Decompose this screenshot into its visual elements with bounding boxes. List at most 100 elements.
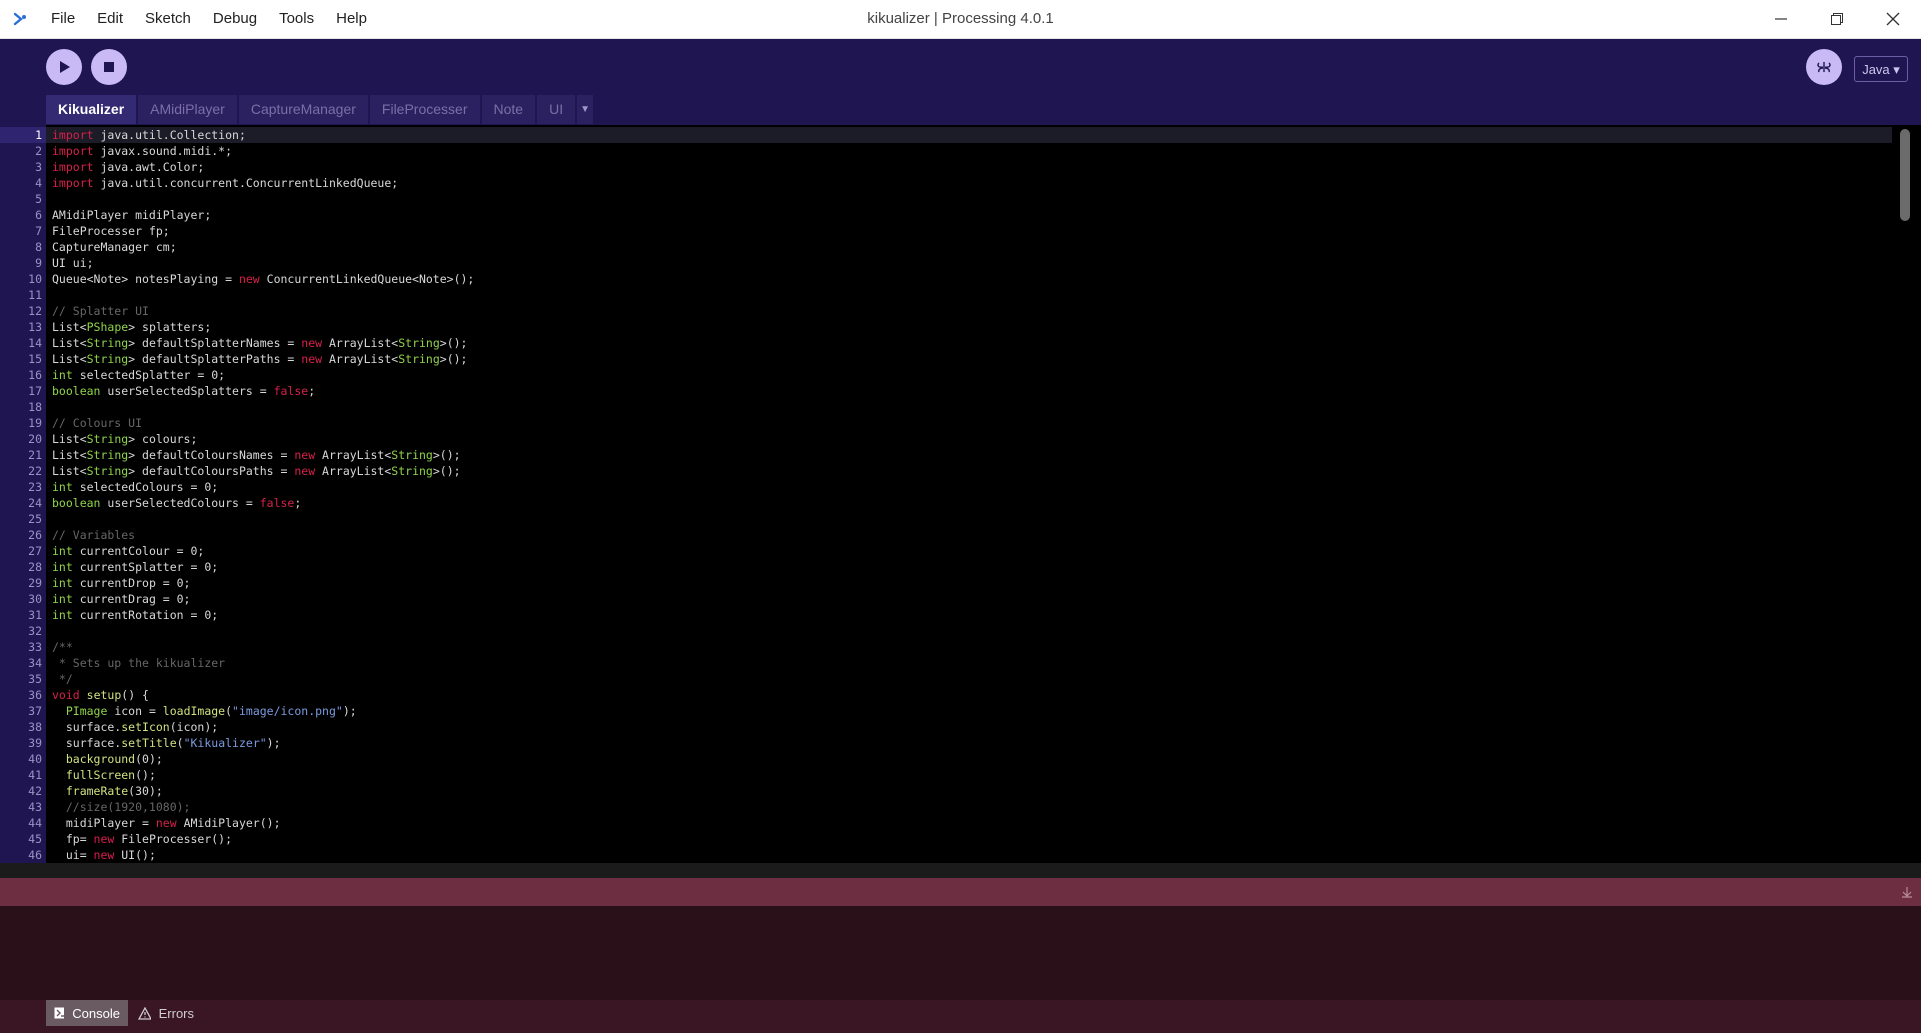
console-output[interactable] xyxy=(0,906,1921,1000)
code-line[interactable]: 30 int currentDrag = 0; xyxy=(0,591,1892,607)
code-line[interactable]: 6 AMidiPlayer midiPlayer; xyxy=(0,207,1892,223)
code-line[interactable]: 17 boolean userSelectedSplatters = false; xyxy=(0,383,1892,399)
code-text: import javax.sound.midi.*; xyxy=(52,144,233,158)
code-line[interactable]: 5 xyxy=(0,191,1892,207)
code-line[interactable]: 35 */ xyxy=(0,671,1892,687)
code-line[interactable]: 41 fullScreen(); xyxy=(0,767,1892,783)
code-line[interactable]: 28 int currentSplatter = 0; xyxy=(0,559,1892,575)
code-line[interactable]: 11 xyxy=(0,287,1892,303)
line-number: 14 xyxy=(28,336,42,350)
code-area[interactable]: 1 import java.util.Collection; 2 import jav… xyxy=(0,125,1892,863)
code-line[interactable]: 33 /** xyxy=(0,639,1892,655)
menu-help[interactable]: Help xyxy=(325,0,378,38)
code-line[interactable]: 22 List<String> defaultColoursPaths = new… xyxy=(0,463,1892,479)
code-line[interactable]: 3 import java.awt.Color; xyxy=(0,159,1892,175)
processing-logo-icon xyxy=(13,12,26,26)
code-line[interactable]: 8 CaptureManager cm; xyxy=(0,239,1892,255)
line-number: 11 xyxy=(28,288,42,302)
code-line[interactable]: 13 List<PShape> splatters; xyxy=(0,319,1892,335)
code-line[interactable]: 14 List<String> defaultSplatterNames = ne… xyxy=(0,335,1892,351)
code-line[interactable]: 20 List<String> colours; xyxy=(0,431,1892,447)
line-number: 18 xyxy=(28,400,42,414)
tab-note[interactable]: Note xyxy=(481,95,536,124)
code-line[interactable]: 9 UI ui; xyxy=(0,255,1892,271)
line-number: 4 xyxy=(35,176,42,190)
code-line[interactable]: 15 List<String> defaultSplatterPaths = ne… xyxy=(0,351,1892,367)
code-line[interactable]: 46 ui= new UI(); xyxy=(0,847,1892,863)
tab-menu-arrow-icon[interactable]: ▼ xyxy=(577,95,594,124)
code-line[interactable]: 26 // Variables xyxy=(0,527,1892,543)
code-text: int currentSplatter = 0; xyxy=(52,560,219,574)
code-line[interactable]: 27 int currentColour = 0; xyxy=(0,543,1892,559)
minimize-icon[interactable] xyxy=(1753,0,1809,38)
tab-ui[interactable]: UI xyxy=(537,95,576,124)
code-line[interactable]: 34 * Sets up the kikualizer xyxy=(0,655,1892,671)
code-text: List<String> defaultSplatterNames = new … xyxy=(52,336,468,350)
code-line[interactable]: 2 import javax.sound.midi.*; xyxy=(0,143,1892,159)
code-line[interactable]: 42 frameRate(30); xyxy=(0,783,1892,799)
tab-console[interactable]: Console xyxy=(46,1000,128,1026)
code-line[interactable]: 16 int selectedSplatter = 0; xyxy=(0,367,1892,383)
line-number: 38 xyxy=(28,720,42,734)
title-bar: File Edit Sketch Debug Tools Help kikualizer … xyxy=(0,0,1921,39)
menu-sketch[interactable]: Sketch xyxy=(134,0,202,38)
stop-button[interactable] xyxy=(91,49,127,85)
code-line[interactable]: 31 int currentRotation = 0; xyxy=(0,607,1892,623)
console-footer: Console Errors xyxy=(0,1000,1921,1033)
close-icon[interactable] xyxy=(1865,0,1921,38)
menu-bar: File Edit Sketch Debug Tools Help xyxy=(40,0,378,38)
code-line[interactable]: 36 void setup() { xyxy=(0,687,1892,703)
scrollbar-thumb[interactable] xyxy=(1900,129,1910,221)
tab-errors[interactable]: Errors xyxy=(130,1000,202,1026)
code-line[interactable]: 12 // Splatter UI xyxy=(0,303,1892,319)
tab-fileprocesser[interactable]: FileProcesser xyxy=(369,95,480,124)
line-number: 16 xyxy=(28,368,42,382)
line-number: 44 xyxy=(28,816,42,830)
vertical-scrollbar[interactable] xyxy=(1892,125,1921,863)
code-line[interactable]: 45 fp= new FileProcesser(); xyxy=(0,831,1892,847)
code-line[interactable]: 1 import java.util.Collection; xyxy=(0,127,1892,143)
code-line[interactable]: 38 surface.setIcon(icon); xyxy=(0,719,1892,735)
line-number: 19 xyxy=(28,416,42,430)
run-button[interactable] xyxy=(46,49,82,85)
code-text: List<PShape> splatters; xyxy=(52,320,212,334)
code-text: List<String> colours; xyxy=(52,432,198,446)
line-number: 22 xyxy=(28,464,42,478)
code-line[interactable]: 4 import java.util.concurrent.ConcurrentL… xyxy=(0,175,1892,191)
code-text: fp= new FileProcesser(); xyxy=(52,832,233,846)
code-line[interactable]: 37 PImage icon = loadImage("image/icon.p… xyxy=(0,703,1892,719)
code-line[interactable]: 7 FileProcesser fp; xyxy=(0,223,1892,239)
menu-edit[interactable]: Edit xyxy=(86,0,134,38)
code-line[interactable]: 19 // Colours UI xyxy=(0,415,1892,431)
code-line[interactable]: 39 surface.setTitle("Kikualizer"); xyxy=(0,735,1892,751)
code-text: * Sets up the kikualizer xyxy=(52,656,226,670)
code-line[interactable]: 21 List<String> defaultColoursNames = new… xyxy=(0,447,1892,463)
code-line[interactable]: 44 midiPlayer = new AMidiPlayer(); xyxy=(0,815,1892,831)
code-line[interactable]: 40 background(0); xyxy=(0,751,1892,767)
code-text: int selectedSplatter = 0; xyxy=(52,368,226,382)
line-number: 3 xyxy=(35,160,42,174)
menu-tools[interactable]: Tools xyxy=(268,0,325,38)
code-line[interactable]: 18 xyxy=(0,399,1892,415)
tab-kikualizer[interactable]: Kikualizer xyxy=(46,95,137,124)
code-line[interactable]: 10 Queue<Note> notesPlaying = new Concurr… xyxy=(0,271,1892,287)
menu-debug[interactable]: Debug xyxy=(202,0,268,38)
errors-tab-label: Errors xyxy=(158,1005,194,1021)
code-editor[interactable]: 1 import java.util.Collection; 2 import jav… xyxy=(0,125,1921,863)
editor-console-divider[interactable] xyxy=(0,863,1921,878)
code-line[interactable]: 29 int currentDrop = 0; xyxy=(0,575,1892,591)
code-line[interactable]: 24 boolean userSelectedColours = false; xyxy=(0,495,1892,511)
code-text: */ xyxy=(52,672,73,686)
collapse-console-icon[interactable] xyxy=(1901,886,1913,898)
line-number: 33 xyxy=(28,640,42,654)
debug-button[interactable] xyxy=(1806,49,1842,85)
mode-selector[interactable]: Java ▾ xyxy=(1854,56,1908,82)
code-line[interactable]: 32 xyxy=(0,623,1892,639)
code-line[interactable]: 43 //size(1920,1080); xyxy=(0,799,1892,815)
code-line[interactable]: 23 int selectedColours = 0; xyxy=(0,479,1892,495)
restore-icon[interactable] xyxy=(1809,0,1865,38)
menu-file[interactable]: File xyxy=(40,0,86,38)
code-line[interactable]: 25 xyxy=(0,511,1892,527)
tab-amidiplayer[interactable]: AMidiPlayer xyxy=(138,95,237,124)
tab-capturemanager[interactable]: CaptureManager xyxy=(238,95,368,124)
